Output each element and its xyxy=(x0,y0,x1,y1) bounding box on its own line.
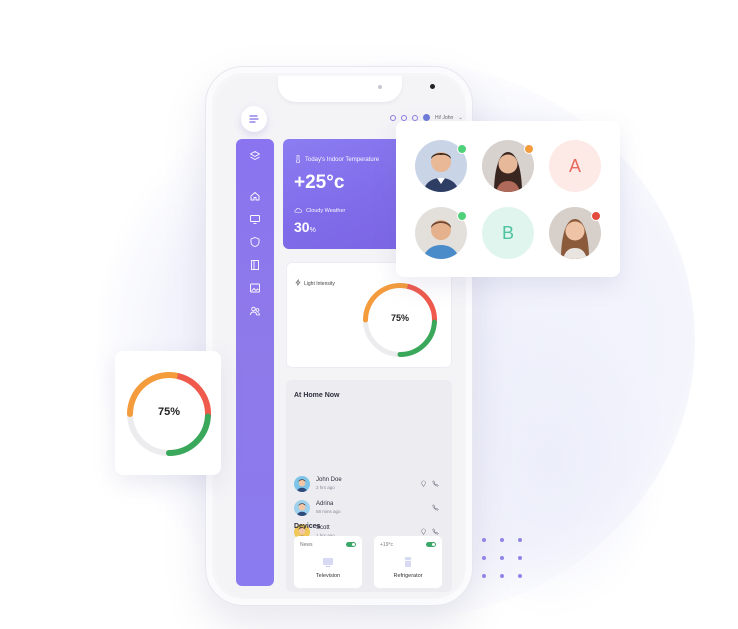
person-time: 2 hrs ago xyxy=(316,485,335,490)
temperature-header: Today's Indoor Temperature xyxy=(295,154,380,165)
humidity-number: 30 xyxy=(294,219,310,235)
light-title: Light Intensity xyxy=(304,280,335,287)
phone-icon[interactable] xyxy=(432,480,439,487)
location-icon[interactable] xyxy=(420,528,427,535)
person-name: John Doe xyxy=(316,477,342,483)
at-home-card: At Home Now John Doe 2 hrs ago Adrina 58 mi… xyxy=(286,380,452,592)
decorative-dots xyxy=(482,538,524,580)
person-time: 58 mins ago xyxy=(316,509,341,514)
light-header: Light Intensity xyxy=(295,279,335,288)
monitor-icon[interactable] xyxy=(248,212,262,226)
layers-icon[interactable] xyxy=(248,149,262,163)
status-away xyxy=(524,144,534,154)
phone-icon[interactable] xyxy=(432,504,439,511)
device-television[interactable]: News Television xyxy=(294,536,362,588)
bolt-icon xyxy=(295,279,301,288)
phone-notch xyxy=(278,76,435,102)
thermometer-icon xyxy=(295,154,301,165)
speaker-dot xyxy=(378,85,382,89)
decorative-dot xyxy=(500,538,504,542)
users-icon[interactable] xyxy=(248,304,262,318)
humidity-unit: % xyxy=(309,227,316,234)
phone-icon[interactable] xyxy=(432,528,439,535)
refrigerator-icon xyxy=(405,557,411,567)
decorative-dot xyxy=(482,574,486,578)
light-intensity-card[interactable]: Light Intensity 75% xyxy=(286,262,452,368)
device-refrigerator[interactable]: +19°c Refrigerator xyxy=(374,536,442,588)
decorative-dot xyxy=(518,574,522,578)
decorative-dot xyxy=(482,556,486,560)
notification-icon[interactable] xyxy=(401,114,407,121)
temperature-value: +25°c xyxy=(294,172,345,193)
door-icon[interactable] xyxy=(248,258,262,272)
weather-row: Cloudy Weather xyxy=(294,207,345,215)
cloud-icon xyxy=(294,207,302,215)
user-avatar[interactable] xyxy=(423,114,430,121)
menu-button[interactable] xyxy=(241,106,267,132)
avatar xyxy=(294,476,310,492)
television-icon xyxy=(323,558,333,567)
at-home-title: At Home Now xyxy=(294,392,340,399)
decorative-dot xyxy=(518,538,522,542)
person-name: Adrina xyxy=(316,501,334,507)
clock-icon[interactable] xyxy=(390,114,396,121)
device-toggle[interactable] xyxy=(346,542,356,547)
device-label: +19°c xyxy=(380,542,393,548)
light-gauge-value: 75% xyxy=(390,313,409,323)
decorative-dot xyxy=(482,538,486,542)
people-card: A B xyxy=(396,121,620,277)
decorative-dot xyxy=(518,556,522,560)
avatar-letter[interactable]: B xyxy=(482,207,534,259)
decorative-dot xyxy=(500,556,504,560)
location-icon[interactable] xyxy=(420,480,427,487)
humidity-value: 30% xyxy=(294,219,316,235)
image-icon[interactable] xyxy=(248,281,262,295)
sidebar xyxy=(236,139,274,586)
weather-label: Cloudy Weather xyxy=(306,208,346,214)
gauge-arc-segment xyxy=(397,319,437,357)
list-item[interactable]: John Doe 2 hrs ago xyxy=(294,476,444,496)
temperature-title: Today's Indoor Temperature xyxy=(305,157,380,163)
avatar-letter[interactable]: A xyxy=(549,140,601,192)
settings-icon[interactable] xyxy=(412,114,418,121)
camera-dot xyxy=(430,84,435,89)
gauge-arc-segment xyxy=(166,413,211,456)
home-icon[interactable] xyxy=(248,189,262,203)
gauge-value: 75% xyxy=(157,406,181,418)
gauge-card[interactable]: 75% xyxy=(115,351,221,475)
user-greeting[interactable]: Hi! John xyxy=(435,115,453,121)
list-item[interactable]: Adrina 58 mins ago xyxy=(294,500,444,520)
device-label: News xyxy=(300,542,313,548)
decorative-dot xyxy=(500,574,504,578)
avatar xyxy=(294,500,310,516)
device-name: Refrigerator xyxy=(393,573,423,579)
status-online xyxy=(457,144,467,154)
status-online xyxy=(457,211,467,221)
chevron-down-icon[interactable]: ⌄ xyxy=(458,115,462,121)
device-name: Television xyxy=(315,573,341,579)
top-bar: Hi! John ⌄ xyxy=(390,114,463,121)
shield-icon[interactable] xyxy=(248,235,262,249)
device-toggle[interactable] xyxy=(426,542,436,547)
hamburger-icon xyxy=(249,115,259,123)
devices-title: Devices xyxy=(294,523,321,530)
status-busy xyxy=(591,211,601,221)
